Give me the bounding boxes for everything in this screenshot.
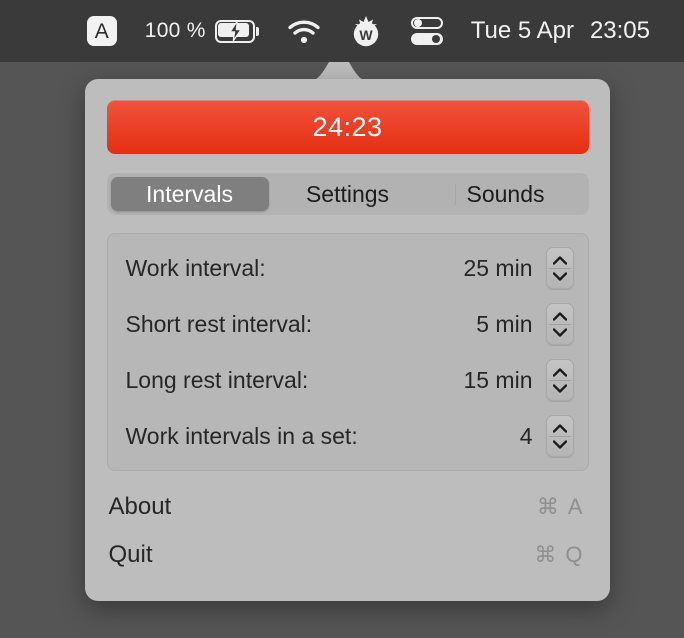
popover-menu: About ⌘ A Quit ⌘ Q xyxy=(107,483,589,579)
shortcut-key-label: Q xyxy=(565,542,583,567)
chevron-down-icon[interactable] xyxy=(552,380,568,396)
tomato-icon-letter: W xyxy=(359,27,373,43)
stepper-work-intervals-in-a-set[interactable] xyxy=(545,415,574,457)
tab-sounds-label: Sounds xyxy=(466,180,545,207)
menu-bar-item-clock[interactable]: Tue 5 Apr 23:05 xyxy=(457,0,666,62)
control-center-icon xyxy=(410,16,443,46)
battery-charging-icon xyxy=(214,19,260,43)
setting-label: Work interval: xyxy=(125,254,266,281)
setting-row-short-rest-interval: Short rest interval: 5 min xyxy=(108,296,588,352)
toggle-knob-top xyxy=(413,19,422,27)
menu-bar-status-items: A 100 % W Tue 5 Apr 23:05 xyxy=(73,0,666,62)
stepper-divider xyxy=(548,268,571,269)
chevron-up-icon[interactable] xyxy=(552,252,568,268)
tab-settings-label: Settings xyxy=(305,180,390,207)
setting-row-work-intervals-in-a-set: Work intervals in a set: 4 xyxy=(108,408,588,464)
setting-value: 5 min xyxy=(476,310,533,337)
menu-item-shortcut: ⌘ A xyxy=(537,494,583,520)
input-source-label: A xyxy=(94,19,109,43)
battery-percent-label: 100 % xyxy=(144,19,206,42)
stepper-work-interval[interactable] xyxy=(545,247,574,289)
timer-display: 24:23 xyxy=(312,111,383,142)
stepper-long-rest-interval[interactable] xyxy=(545,359,574,401)
chevron-up-icon[interactable] xyxy=(552,308,568,324)
toggle-knob-bottom xyxy=(431,35,440,43)
menu-bar-item-app[interactable]: W xyxy=(335,0,397,62)
input-source-icon: A xyxy=(86,16,117,46)
chevron-down-icon[interactable] xyxy=(552,436,568,452)
menu-item-label: About xyxy=(108,493,172,520)
setting-label: Work intervals in a set: xyxy=(125,422,358,449)
tab-intervals[interactable]: Intervals xyxy=(110,177,269,211)
setting-label: Short rest interval: xyxy=(125,310,313,337)
lightning-bolt-icon xyxy=(229,21,242,41)
setting-value: 15 min xyxy=(463,366,533,393)
wifi-icon xyxy=(288,20,320,43)
chevron-up-icon[interactable] xyxy=(552,364,568,380)
stepper-divider xyxy=(548,380,571,381)
tomato-icon: W xyxy=(353,16,378,47)
app-popover: 24:23 Intervals Settings Sounds Work int… xyxy=(85,79,610,601)
setting-value: 25 min xyxy=(463,254,533,281)
chevron-down-icon[interactable] xyxy=(552,268,568,284)
tab-settings[interactable]: Settings xyxy=(269,177,427,211)
stepper-short-rest-interval[interactable] xyxy=(545,303,574,345)
shortcut-key-label: A xyxy=(567,494,583,519)
setting-value: 4 xyxy=(519,422,533,449)
setting-row-long-rest-interval: Long rest interval: 15 min xyxy=(108,352,588,408)
tab-bar: Intervals Settings Sounds xyxy=(106,173,589,215)
menu-item-shortcut: ⌘ Q xyxy=(534,542,582,568)
menu-bar-item-control-center[interactable] xyxy=(397,0,457,62)
menu-item-label: Quit xyxy=(108,541,153,568)
battery-status: 100 % xyxy=(144,19,260,43)
command-key-icon: ⌘ xyxy=(536,494,559,519)
chevron-down-icon[interactable] xyxy=(552,324,568,340)
chevron-up-icon[interactable] xyxy=(552,420,568,436)
battery-cap xyxy=(255,26,260,36)
tab-sounds[interactable]: Sounds xyxy=(427,177,585,211)
clock-time: 23:05 xyxy=(589,17,650,44)
menu-bar-item-wifi[interactable] xyxy=(273,0,335,62)
menu-item-about[interactable]: About ⌘ A xyxy=(107,483,589,531)
stepper-divider xyxy=(548,436,571,437)
intervals-group: Work interval: 25 min Short rest interva… xyxy=(106,233,589,471)
stepper-divider xyxy=(548,324,571,325)
timer-button[interactable]: 24:23 xyxy=(106,100,589,154)
clock-date: Tue 5 Apr xyxy=(470,17,574,44)
menu-bar: A 100 % W Tue 5 Apr 23:05 xyxy=(0,0,684,62)
menu-item-quit[interactable]: Quit ⌘ Q xyxy=(107,531,589,579)
menu-bar-item-battery[interactable]: 100 % xyxy=(131,0,273,62)
setting-row-work-interval: Work interval: 25 min xyxy=(108,240,588,296)
setting-label: Long rest interval: xyxy=(125,366,309,393)
tab-divider xyxy=(454,184,456,205)
tab-intervals-label: Intervals xyxy=(146,180,233,207)
clock: Tue 5 Apr 23:05 xyxy=(471,17,652,45)
command-key-icon: ⌘ xyxy=(534,542,557,567)
menu-bar-item-input-source[interactable]: A xyxy=(73,0,131,62)
